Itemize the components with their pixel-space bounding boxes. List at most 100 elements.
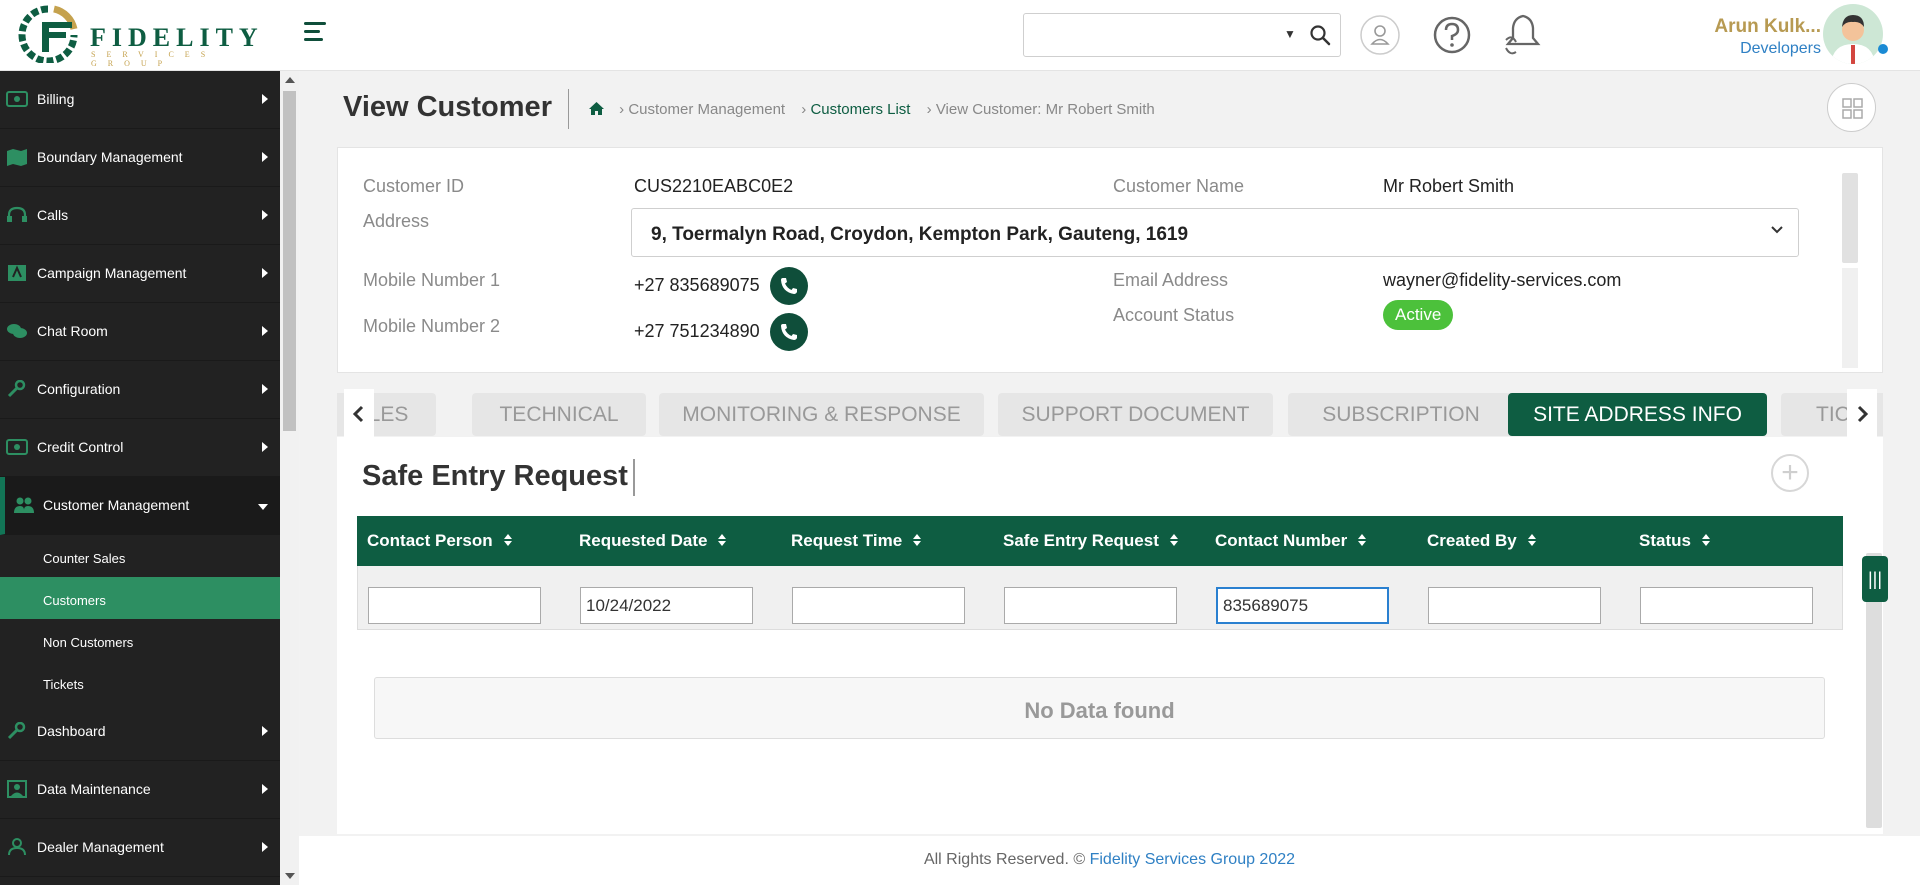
breadcrumb-customer-management[interactable]: Customer Management	[628, 101, 785, 118]
sort-icon	[503, 534, 512, 546]
tab-support-document[interactable]: SUPPORT DOCUMENT	[998, 393, 1273, 436]
user-info[interactable]: Arun Kulk... Developers	[1714, 16, 1821, 58]
sidebar-item-boundary-management[interactable]: Boundary Management	[0, 129, 280, 187]
sidebar-item-label: Calls	[37, 207, 69, 223]
grid-view-button[interactable]	[1827, 83, 1876, 132]
sort-icon	[718, 534, 727, 546]
call-mobile2-button[interactable]	[770, 313, 808, 351]
column-request-time[interactable]: Request Time	[791, 531, 922, 551]
customer-id-value: CUS2210EABC0E2	[634, 176, 794, 196]
tab-scroll-right-button[interactable]	[1847, 389, 1877, 439]
sidebar-item-configuration[interactable]: Configuration	[0, 361, 280, 419]
phone-icon	[781, 324, 797, 340]
column-contact-number[interactable]: Contact Number	[1215, 531, 1367, 551]
chevron-right-icon	[262, 726, 268, 736]
fidelity-logo[interactable]: FIDELITY SERVICES GROUP	[18, 5, 258, 68]
chevron-right-icon	[262, 210, 268, 220]
card-scrollbar-track[interactable]	[1842, 268, 1858, 368]
filter-safe-entry-request-input[interactable]	[1004, 587, 1177, 624]
users-icon	[14, 497, 34, 513]
sidebar-item-data-maintenance[interactable]: Data Maintenance	[0, 761, 280, 819]
table-header: Contact Person Requested Date Request Ti…	[357, 516, 1843, 566]
chevron-right-icon	[262, 94, 268, 104]
notification-bell-icon[interactable]	[1502, 12, 1544, 56]
user-name: Arun Kulk...	[1714, 16, 1821, 37]
map-icon	[7, 149, 27, 166]
sidebar-item-billing[interactable]: Billing	[0, 71, 280, 129]
sidebar-item-chat-room[interactable]: Chat Room	[0, 303, 280, 361]
column-safe-entry-request[interactable]: Safe Entry Request	[1003, 531, 1179, 551]
sidebar-item-campaign-management[interactable]: Campaign Management	[0, 245, 280, 303]
avatar[interactable]	[1823, 4, 1883, 64]
sidebar-subitem-customers[interactable]: Customers	[0, 577, 280, 619]
agent-icon[interactable]	[1359, 14, 1401, 56]
filter-contact-number-input[interactable]	[1216, 587, 1389, 624]
scroll-up-icon[interactable]	[285, 77, 295, 83]
plus-icon: +	[1781, 456, 1799, 489]
chevron-right-icon	[262, 442, 268, 452]
sidebar-item-label: Credit Control	[37, 439, 124, 455]
chevron-right-icon	[1857, 405, 1869, 423]
user-role: Developers	[1740, 40, 1821, 57]
sidebar-item-customer-management[interactable]: Customer Management	[0, 477, 280, 535]
search-icon[interactable]	[1309, 24, 1331, 46]
online-status-dot	[1878, 44, 1888, 54]
money-icon	[6, 439, 28, 455]
sort-icon	[1701, 534, 1710, 546]
filter-created-by-input[interactable]	[1428, 587, 1601, 624]
customer-name-label: Customer Name	[1113, 176, 1245, 196]
column-contact-person[interactable]: Contact Person	[367, 531, 513, 551]
footer-text: All Rights Reserved. ©	[923, 851, 1086, 868]
filter-row	[357, 566, 1843, 630]
sidebar-subitem-tickets[interactable]: Tickets	[0, 661, 280, 703]
menu-toggle-icon[interactable]	[304, 22, 328, 44]
title-divider	[568, 89, 569, 129]
tab-technical[interactable]: TECHNICAL	[472, 393, 646, 436]
headset-icon	[7, 206, 27, 222]
sidebar-item-label: Boundary Management	[37, 149, 183, 165]
sidebar-item-calls[interactable]: Calls	[0, 187, 280, 245]
breadcrumb-customers-list[interactable]: Customers List	[810, 101, 910, 118]
sidebar-item-dashboard[interactable]: Dashboard	[0, 703, 280, 761]
sidebar-scrollbar[interactable]	[280, 71, 299, 885]
address-value: 9, Toermalyn Road, Croydon, Kempton Park…	[651, 224, 1189, 245]
column-requested-date[interactable]: Requested Date	[579, 531, 727, 551]
tab-subscription[interactable]: SUBSCRIPTION	[1288, 393, 1514, 436]
grid-icon	[1842, 98, 1863, 119]
sidebar-subitem-non-customers[interactable]: Non Customers	[0, 619, 280, 661]
page-title: View Customer	[343, 91, 552, 123]
filter-request-time-input[interactable]	[792, 587, 965, 624]
footer: All Rights Reserved. © Fidelity Services…	[299, 836, 1920, 885]
scrollbar-thumb[interactable]	[283, 91, 296, 431]
mobile2-label: Mobile Number 2	[363, 316, 501, 336]
call-mobile1-button[interactable]	[770, 267, 808, 305]
fidelity-emblem-icon	[18, 5, 78, 65]
tab-monitoring-response[interactable]: MONITORING & RESPONSE	[659, 393, 984, 436]
tab-scroll-left-button[interactable]	[344, 389, 374, 439]
sidebar-subitem-counter-sales[interactable]: Counter Sales	[0, 535, 280, 577]
filter-status-input[interactable]	[1640, 587, 1813, 624]
global-search-select[interactable]: ▼	[1023, 13, 1341, 57]
column-status[interactable]: Status	[1639, 531, 1711, 551]
home-icon[interactable]	[588, 101, 605, 116]
user-avatar-icon	[1831, 15, 1875, 64]
chevron-down-icon	[258, 504, 268, 510]
card-scrollbar-thumb[interactable]	[1842, 173, 1858, 263]
add-request-button[interactable]: +	[1771, 454, 1809, 492]
scroll-down-icon[interactable]	[285, 873, 295, 879]
chevron-right-icon	[262, 152, 268, 162]
address-select[interactable]: 9, Toermalyn Road, Croydon, Kempton Park…	[631, 208, 1799, 257]
column-created-by[interactable]: Created By	[1427, 531, 1537, 551]
filter-contact-person-input[interactable]	[368, 587, 541, 624]
filter-requested-date-input[interactable]	[580, 587, 753, 624]
sidebar-item-dealer-management[interactable]: Dealer Management	[0, 819, 280, 877]
sidebar-item-credit-control[interactable]: Credit Control	[0, 419, 280, 477]
sort-icon	[1358, 534, 1367, 546]
help-icon[interactable]	[1431, 14, 1473, 56]
footer-company-link[interactable]: Fidelity Services Group 2022	[1090, 851, 1295, 868]
brand-name: FIDELITY	[90, 23, 264, 52]
panel-scroll-handle-icon[interactable]: |||	[1862, 556, 1888, 602]
section-divider	[633, 459, 635, 496]
tab-site-address-info[interactable]: SITE ADDRESS INFO	[1508, 393, 1767, 436]
email-label: Email Address	[1113, 270, 1229, 290]
